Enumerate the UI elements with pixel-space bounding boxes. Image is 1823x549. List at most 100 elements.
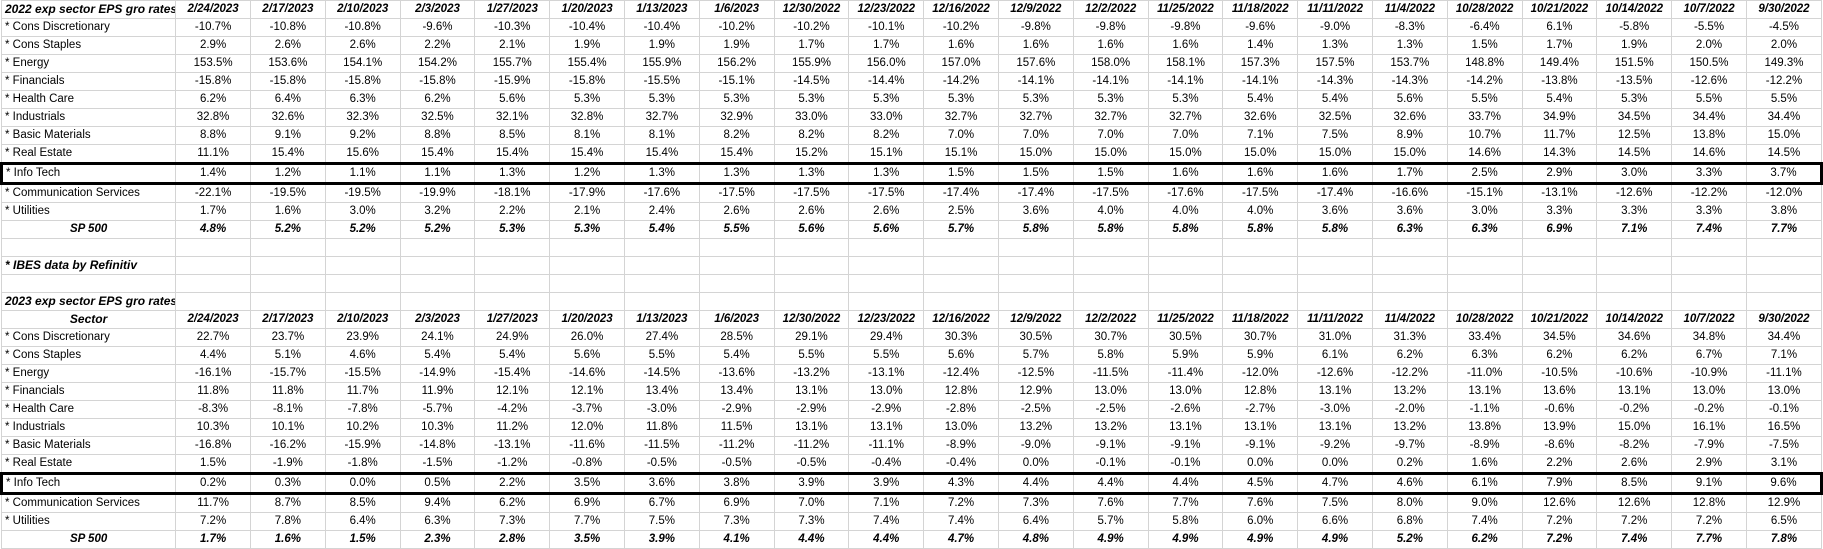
value-cell[interactable]: -8.9%: [923, 436, 999, 455]
total-value-cell[interactable]: 4.7%: [923, 530, 999, 549]
value-cell[interactable]: -17.5%: [1222, 183, 1299, 203]
value-cell[interactable]: 6.3%: [324, 90, 401, 109]
value-cell[interactable]: 4.3%: [923, 472, 999, 495]
value-cell[interactable]: 11.8%: [623, 418, 700, 437]
empty-cell[interactable]: [324, 256, 401, 275]
value-cell[interactable]: 2.9%: [175, 36, 251, 55]
empty-cell[interactable]: [0, 238, 177, 257]
sector-row-label[interactable]: * Energy: [0, 364, 177, 383]
value-cell[interactable]: 13.8%: [1671, 126, 1747, 145]
value-cell[interactable]: -15.4%: [474, 364, 551, 383]
value-cell[interactable]: 15.0%: [1371, 144, 1448, 164]
value-cell[interactable]: 1.6%: [1147, 162, 1224, 185]
value-cell[interactable]: 1.6%: [1147, 36, 1224, 55]
value-cell[interactable]: -1.9%: [249, 454, 326, 474]
value-cell[interactable]: 15.0%: [1596, 418, 1673, 437]
value-cell[interactable]: -3.0%: [623, 400, 700, 419]
value-cell[interactable]: -14.1%: [1222, 72, 1299, 91]
value-cell[interactable]: 157.3%: [1222, 54, 1299, 73]
empty-cell[interactable]: [1222, 274, 1299, 293]
value-cell[interactable]: 26.0%: [549, 328, 625, 347]
value-cell[interactable]: 1.7%: [1521, 36, 1598, 55]
value-cell[interactable]: -2.9%: [698, 400, 775, 419]
empty-cell[interactable]: [1521, 256, 1598, 275]
value-cell[interactable]: -11.2%: [698, 436, 775, 455]
value-cell[interactable]: 32.9%: [698, 108, 775, 127]
empty-cell[interactable]: [1297, 238, 1373, 257]
value-cell[interactable]: -12.2%: [1745, 72, 1823, 91]
value-cell[interactable]: 12.1%: [549, 382, 625, 401]
value-cell[interactable]: 5.8%: [1072, 346, 1149, 365]
value-cell[interactable]: 2.9%: [1521, 162, 1598, 185]
value-cell[interactable]: 3.3%: [1521, 202, 1598, 221]
value-cell[interactable]: 2.2%: [1521, 454, 1598, 474]
value-cell[interactable]: 5.5%: [1446, 90, 1523, 109]
value-cell[interactable]: 32.7%: [923, 108, 999, 127]
value-cell[interactable]: 3.9%: [773, 472, 850, 495]
value-cell[interactable]: -12.0%: [1745, 183, 1823, 203]
value-cell[interactable]: 7.5%: [1297, 493, 1373, 513]
empty-cell[interactable]: [773, 256, 850, 275]
value-cell[interactable]: -13.1%: [848, 364, 925, 383]
sector-row-label[interactable]: * Real Estate: [0, 454, 177, 474]
value-cell[interactable]: -10.2%: [773, 18, 850, 37]
value-cell[interactable]: 7.2%: [1671, 512, 1747, 531]
empty-cell[interactable]: [1596, 292, 1673, 311]
empty-cell[interactable]: [1297, 256, 1373, 275]
value-cell[interactable]: -6.4%: [1446, 18, 1523, 37]
empty-cell[interactable]: [923, 256, 999, 275]
total-row-label[interactable]: SP 500: [0, 220, 177, 239]
value-cell[interactable]: 6.2%: [1521, 346, 1598, 365]
value-cell[interactable]: 32.8%: [175, 108, 251, 127]
total-value-cell[interactable]: 4.9%: [1147, 530, 1224, 549]
value-cell[interactable]: -0.8%: [549, 454, 625, 474]
value-cell[interactable]: 34.5%: [1521, 328, 1598, 347]
empty-cell[interactable]: [399, 274, 476, 293]
value-cell[interactable]: 1.9%: [698, 36, 775, 55]
value-cell[interactable]: 5.1%: [249, 346, 326, 365]
sector-row-label[interactable]: * Industrials: [0, 418, 177, 437]
date-column-header[interactable]: 10/28/2022: [1446, 310, 1523, 329]
value-cell[interactable]: -3.7%: [549, 400, 625, 419]
value-cell[interactable]: 7.3%: [698, 512, 775, 531]
value-cell[interactable]: 5.6%: [549, 346, 625, 365]
value-cell[interactable]: 6.8%: [1371, 512, 1448, 531]
value-cell[interactable]: 15.4%: [249, 144, 326, 164]
empty-cell[interactable]: [623, 238, 700, 257]
value-cell[interactable]: -1.8%: [324, 454, 401, 474]
value-cell[interactable]: -12.0%: [1222, 364, 1299, 383]
value-cell[interactable]: -9.2%: [1297, 436, 1373, 455]
value-cell[interactable]: -17.5%: [1072, 183, 1149, 203]
value-cell[interactable]: 9.1%: [249, 126, 326, 145]
date-column-header[interactable]: 12/2/2022: [1072, 0, 1149, 19]
value-cell[interactable]: 6.5%: [1745, 512, 1823, 531]
value-cell[interactable]: 14.6%: [1446, 144, 1523, 164]
value-cell[interactable]: 1.3%: [1371, 36, 1448, 55]
empty-cell[interactable]: [1671, 292, 1747, 311]
total-value-cell[interactable]: 5.8%: [1297, 220, 1373, 239]
value-cell[interactable]: 0.3%: [249, 472, 326, 495]
date-column-header[interactable]: 2/17/2023: [249, 310, 326, 329]
value-cell[interactable]: 1.5%: [997, 162, 1074, 185]
value-cell[interactable]: -12.5%: [997, 364, 1074, 383]
value-cell[interactable]: 7.4%: [923, 512, 999, 531]
value-cell[interactable]: 3.6%: [1297, 202, 1373, 221]
value-cell[interactable]: 13.1%: [848, 418, 925, 437]
value-cell[interactable]: 5.5%: [848, 346, 925, 365]
value-cell[interactable]: 14.5%: [1596, 144, 1673, 164]
empty-cell[interactable]: [698, 238, 775, 257]
sector-row-label[interactable]: * Industrials: [0, 108, 177, 127]
sector-row-label[interactable]: * Cons Staples: [0, 346, 177, 365]
value-cell[interactable]: 3.1%: [1745, 454, 1823, 474]
value-cell[interactable]: 1.5%: [1072, 162, 1149, 185]
value-cell[interactable]: 1.3%: [848, 162, 925, 185]
empty-cell[interactable]: [1446, 256, 1523, 275]
value-cell[interactable]: 6.2%: [474, 493, 551, 513]
value-cell[interactable]: -14.2%: [923, 72, 999, 91]
value-cell[interactable]: 5.3%: [1147, 90, 1224, 109]
value-cell[interactable]: 15.0%: [1745, 126, 1823, 145]
value-cell[interactable]: 6.6%: [1297, 512, 1373, 531]
sector-row-label[interactable]: * Communication Services: [0, 183, 177, 203]
date-column-header[interactable]: 12/30/2022: [773, 310, 850, 329]
value-cell[interactable]: 6.4%: [324, 512, 401, 531]
